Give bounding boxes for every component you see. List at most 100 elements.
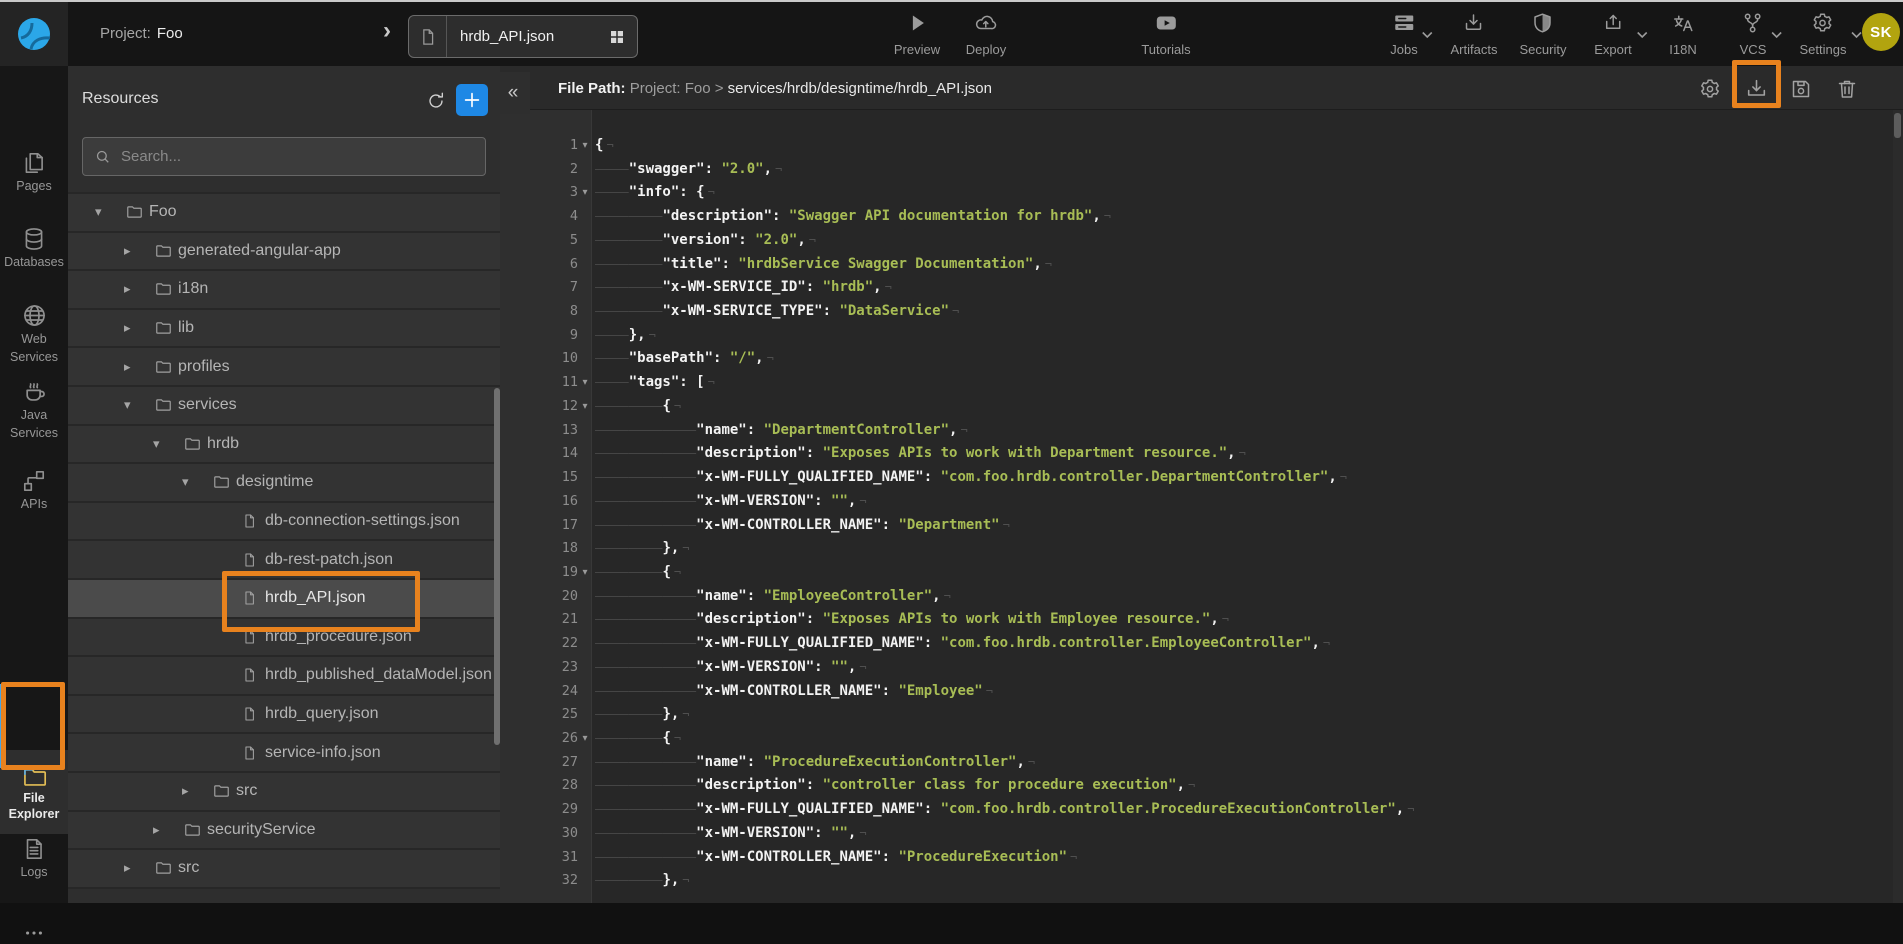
tree-item-i18n[interactable]: ▸i18n xyxy=(68,269,500,308)
tree-item-hrdb-query-json[interactable]: hrdb_query.json xyxy=(68,694,500,733)
ellipsis-icon xyxy=(23,922,45,944)
caret-right-icon[interactable]: ▸ xyxy=(124,320,131,336)
code-line-23: 23 "x-WM-VERSION": "",¬ xyxy=(500,656,1903,680)
eol-marker: ¬ xyxy=(1188,778,1195,792)
caret-right-icon[interactable]: ▸ xyxy=(182,783,189,799)
fold-gutter xyxy=(578,158,592,182)
sidebar-item-file-explorer[interactable]: FileExplorer xyxy=(0,750,68,834)
upload-tray-icon xyxy=(1601,11,1625,35)
save-button[interactable] xyxy=(1788,76,1814,102)
fold-gutter xyxy=(578,229,592,253)
tree-item-profiles[interactable]: ▸profiles xyxy=(68,346,500,385)
app-logo[interactable] xyxy=(0,2,68,66)
grid-icon[interactable] xyxy=(608,28,626,46)
caret-right-icon[interactable]: ▸ xyxy=(153,822,160,838)
tree-item-generated-angular-app[interactable]: ▸generated-angular-app xyxy=(68,231,500,270)
menu-security[interactable]: Security xyxy=(1520,11,1567,57)
menu-label: Jobs xyxy=(1390,42,1417,57)
fold-gutter xyxy=(578,585,592,609)
caret-down-icon[interactable]: ▾ xyxy=(153,436,160,452)
menu-artifacts[interactable]: Artifacts xyxy=(1451,11,1498,57)
add-button[interactable] xyxy=(456,84,488,116)
line-number: 7 xyxy=(500,276,578,300)
editor-scrollbar-thumb[interactable] xyxy=(1894,113,1901,138)
fold-caret-icon[interactable]: ▾ xyxy=(578,371,592,395)
project-name: Foo xyxy=(157,25,183,42)
menu-vcs[interactable]: VCS xyxy=(1740,11,1767,57)
menu-export[interactable]: Export xyxy=(1594,11,1632,57)
folder-icon xyxy=(154,859,173,878)
tree-item-securityservice[interactable]: ▸securityService xyxy=(68,810,500,849)
caret-right-icon[interactable]: ▸ xyxy=(124,281,131,297)
code-line-15: 15 "x-WM-FULLY_QUALIFIED_NAME": "com.foo… xyxy=(500,466,1903,490)
tree-item-src[interactable]: ▸src xyxy=(68,771,500,810)
tree-item-services[interactable]: ▾services xyxy=(68,385,500,424)
tree-item-service-info-json[interactable]: service-info.json xyxy=(68,732,500,771)
caret-down-icon[interactable]: ▾ xyxy=(95,204,102,220)
tree-item-hrdb-published-datamodel-json[interactable]: hrdb_published_dataModel.json xyxy=(68,655,500,694)
more-menu-button[interactable] xyxy=(0,922,68,944)
folder-icon xyxy=(154,280,173,299)
caret-right-icon[interactable]: ▸ xyxy=(124,860,131,876)
fold-caret-icon[interactable]: ▾ xyxy=(578,561,592,585)
refresh-icon xyxy=(425,90,447,112)
code-line-8: 8 "x-WM-SERVICE_TYPE": "DataService"¬ xyxy=(500,300,1903,324)
menu-jobs[interactable]: Jobs xyxy=(1390,11,1417,57)
fold-caret-icon[interactable]: ▾ xyxy=(578,727,592,751)
menu-tutorials[interactable]: Tutorials xyxy=(1141,11,1190,57)
file-icon xyxy=(241,705,258,724)
tree-item-db-connection-settings-json[interactable]: db-connection-settings.json xyxy=(68,501,500,540)
code-line-4: 4 "description": "Swagger API documentat… xyxy=(500,205,1903,229)
caret-down-icon[interactable]: ▾ xyxy=(182,474,189,490)
tree-item-lib[interactable]: ▸lib xyxy=(68,308,500,347)
menu-deploy[interactable]: Deploy xyxy=(966,11,1006,57)
sidebar-item-databases[interactable]: Databases xyxy=(0,226,68,270)
code-line-29: 29 "x-WM-FULLY_QUALIFIED_NAME": "com.foo… xyxy=(500,798,1903,822)
menu-preview[interactable]: Preview xyxy=(894,11,940,57)
search-input[interactable] xyxy=(83,138,485,175)
user-avatar[interactable]: SK xyxy=(1862,13,1900,51)
caret-right-icon[interactable]: ▸ xyxy=(124,243,131,259)
sidebar-item-apis[interactable]: APIs xyxy=(0,468,68,512)
tree-item-foo[interactable]: ▾Foo xyxy=(68,192,500,231)
tree-item-hrdb-api-json[interactable]: hrdb_API.json xyxy=(68,578,500,617)
tree-item-hrdb-procedure-json[interactable]: hrdb_procedure.json xyxy=(68,617,500,656)
fold-caret-icon[interactable]: ▾ xyxy=(578,181,592,205)
gear-icon xyxy=(1698,77,1722,101)
menu-settings[interactable]: Settings xyxy=(1800,11,1847,57)
save-icon xyxy=(1789,77,1813,101)
code-line-9: 9 },¬ xyxy=(500,324,1903,348)
fold-gutter xyxy=(578,324,592,348)
fold-gutter xyxy=(578,703,592,727)
line-number: 17 xyxy=(500,514,578,538)
tree-divider xyxy=(68,887,500,889)
line-number: 4 xyxy=(500,205,578,229)
fold-gutter xyxy=(578,466,592,490)
sidebar-item-pages[interactable]: Pages xyxy=(0,150,68,194)
code-editor[interactable]: 1▾{¬2 "swagger": "2.0",¬3▾ "info": {¬4 "… xyxy=(500,110,1903,903)
settings-button[interactable] xyxy=(1697,76,1723,102)
caret-down-icon[interactable]: ▾ xyxy=(124,397,131,413)
active-nav-indicator xyxy=(0,684,4,768)
delete-button[interactable] xyxy=(1834,76,1860,102)
download-button[interactable] xyxy=(1743,76,1769,102)
code-line-10: 10 "basePath": "/",¬ xyxy=(500,347,1903,371)
tree-item-designtime[interactable]: ▾designtime xyxy=(68,462,500,501)
sidebar-item-java-services[interactable]: JavaServices xyxy=(0,378,68,441)
refresh-button[interactable] xyxy=(423,88,449,114)
menu-i18n[interactable]: I18N xyxy=(1669,11,1696,57)
fold-gutter xyxy=(578,656,592,680)
open-file-tab[interactable]: hrdb_API.json xyxy=(408,15,638,58)
sidebar-item-web-services[interactable]: WebServices xyxy=(0,302,68,365)
fold-caret-icon[interactable]: ▾ xyxy=(578,395,592,419)
collapse-panel-button[interactable]: « xyxy=(496,72,530,114)
caret-right-icon[interactable]: ▸ xyxy=(124,359,131,375)
fold-caret-icon[interactable]: ▾ xyxy=(578,134,592,158)
sidebar-item-logs[interactable]: Logs xyxy=(0,836,68,880)
code-line-30: 30 "x-WM-VERSION": "",¬ xyxy=(500,822,1903,846)
tree-item-hrdb[interactable]: ▾hrdb xyxy=(68,424,500,463)
tree-item-db-rest-patch-json[interactable]: db-rest-patch.json xyxy=(68,539,500,578)
line-number: 25 xyxy=(500,703,578,727)
code-line-20: 20 "name": "EmployeeController",¬ xyxy=(500,585,1903,609)
tree-item-src[interactable]: ▸src xyxy=(68,848,500,887)
